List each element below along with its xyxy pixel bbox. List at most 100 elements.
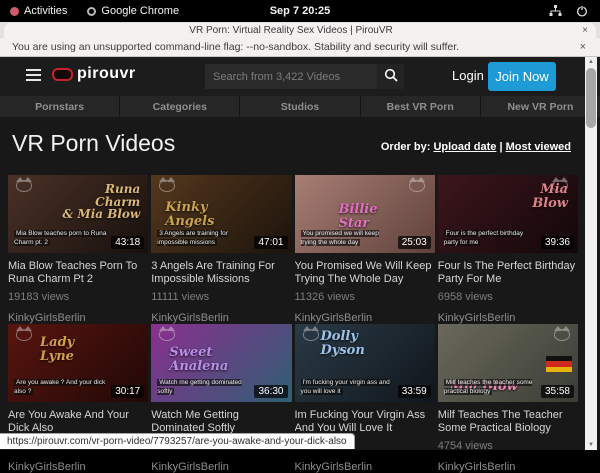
warning-close-icon[interactable]: × (566, 41, 600, 53)
video-title[interactable]: Mia Blow Teaches Porn To Runa Charm Pt 2 (8, 260, 148, 286)
video-card[interactable]: Dolly Dyson I'm fucking your virgin ass … (295, 324, 435, 473)
nav-item-pornstars[interactable]: Pornstars (0, 96, 120, 117)
tab-strip: VR Porn: Virtual Reality Sex Videos | Pi… (0, 22, 600, 38)
page-title: VR Porn Videos (12, 130, 175, 157)
activities-label: Activities (24, 5, 67, 17)
video-title[interactable]: Are You Awake And Your Dick Also (8, 409, 148, 435)
video-thumbnail[interactable]: Billie Star You promised we will keep tr… (295, 175, 435, 253)
site-logo[interactable]: pirouvr (52, 65, 136, 83)
warning-infobar: You are using an unsupported command-lin… (0, 38, 600, 57)
video-views: 11326 views (295, 291, 435, 303)
power-icon[interactable] (576, 5, 588, 17)
duration-badge: 39:36 (541, 236, 574, 249)
menu-hamburger-icon[interactable] (26, 69, 41, 82)
video-thumbnail[interactable]: Runa Charm & Mia Blow Mia Blow teaches p… (8, 175, 148, 253)
thumbnail-caption: Mia Blow teaches porn to Runa Charm pt. … (14, 229, 109, 249)
video-title[interactable]: Four Is The Perfect Birthday Party For M… (438, 260, 578, 286)
studio-link[interactable]: KinkyGirlsBerlin (295, 312, 435, 324)
video-card[interactable]: Lady Lyne Are you awake ? And your dick … (8, 324, 148, 473)
vertical-scrollbar[interactable]: ▲ ▼ (585, 57, 597, 450)
video-thumbnail[interactable]: Lady Lyne Are you awake ? And your dick … (8, 324, 148, 402)
order-upload-date-link[interactable]: Upload date (433, 141, 496, 153)
video-views: 6958 views (438, 291, 578, 303)
thumbnail-caption: I'm fucking your virgin ass and you will… (301, 378, 396, 398)
video-title[interactable]: Milf Teaches The Teacher Some Practical … (438, 409, 578, 435)
video-card[interactable]: Kinky Angels 3 Angels are training for i… (151, 175, 291, 324)
login-link[interactable]: Login (452, 68, 484, 83)
video-title[interactable]: You Promised We Will Keep Trying The Who… (295, 260, 435, 286)
studio-link[interactable]: KinkyGirlsBerlin (438, 312, 578, 324)
video-title[interactable]: 3 Angels Are Training For Impossible Mis… (151, 260, 291, 286)
video-title[interactable]: Watch Me Getting Dominated Softly (151, 409, 291, 435)
studio-link[interactable]: KinkyGirlsBerlin (295, 461, 435, 473)
tab-close-icon[interactable]: × (578, 25, 592, 36)
join-now-button[interactable]: Join Now (488, 62, 556, 91)
thumbnail-caption: Watch me getting dominated softly (157, 378, 252, 398)
duration-badge: 35:58 (541, 385, 574, 398)
studio-link[interactable]: KinkyGirlsBerlin (8, 312, 148, 324)
thumbnail-overlay-title: Dolly Dyson (321, 330, 365, 357)
german-flag-icon (546, 356, 572, 372)
studio-link[interactable]: KinkyGirlsBerlin (8, 461, 148, 473)
studio-link[interactable]: KinkyGirlsBerlin (438, 461, 578, 473)
nav-item-new-vr[interactable]: New VR Porn (481, 96, 600, 117)
video-views: 19183 views (8, 291, 148, 303)
search-button[interactable] (377, 64, 404, 89)
main-nav: Pornstars Categories Studios Best VR Por… (0, 96, 600, 117)
scrollbar-up-arrow-icon[interactable]: ▲ (585, 57, 597, 67)
site-header: pirouvr Login Join Now (0, 57, 600, 96)
thumbnail-caption: Are you awake ? And your dick also ? (14, 378, 109, 398)
video-card[interactable]: Mia Blow Four is the perfect birthday pa… (438, 175, 578, 324)
nav-item-studios[interactable]: Studios (240, 96, 360, 117)
network-icon[interactable] (549, 5, 562, 17)
distro-icon (10, 7, 19, 16)
video-views: 11111 views (151, 291, 291, 303)
video-views: 4754 views (438, 440, 578, 452)
app-indicator-label: Google Chrome (101, 5, 179, 17)
duration-badge: 47:01 (254, 236, 287, 249)
thumbnail-overlay-title: Lady Lyne (40, 336, 74, 363)
thumbnail-caption: Four is the perfect birthday party for m… (444, 229, 539, 249)
scrollbar-thumb[interactable] (586, 68, 596, 128)
cat-mask-watermark-icon (159, 329, 175, 341)
studio-link[interactable]: KinkyGirlsBerlin (151, 312, 291, 324)
chrome-icon (87, 7, 96, 16)
duration-badge: 30:17 (111, 385, 144, 398)
duration-badge: 25:03 (398, 236, 431, 249)
video-grid: Runa Charm & Mia Blow Mia Blow teaches p… (8, 175, 578, 473)
thumbnail-overlay-title: Kinky Angels (165, 201, 214, 228)
video-card[interactable]: Mia Blow Milf teaches the teacher some p… (438, 324, 578, 473)
vr-goggles-icon (52, 68, 73, 81)
video-thumbnail[interactable]: Dolly Dyson I'm fucking your virgin ass … (295, 324, 435, 402)
video-thumbnail[interactable]: Mia Blow Milf teaches the teacher some p… (438, 324, 578, 402)
order-most-viewed-link[interactable]: Most viewed (506, 141, 571, 153)
cat-mask-watermark-icon (554, 329, 570, 341)
studio-link[interactable]: KinkyGirlsBerlin (151, 461, 291, 473)
cat-mask-watermark-icon (159, 180, 175, 192)
nav-item-categories[interactable]: Categories (120, 96, 240, 117)
status-bubble: https://pirouvr.com/vr-porn-video/779325… (0, 433, 355, 449)
video-card[interactable]: Sweet Analena Watch me getting dominated… (151, 324, 291, 473)
browser-tab[interactable]: VR Porn: Virtual Reality Sex Videos | Pi… (4, 23, 596, 38)
video-card[interactable]: Billie Star You promised we will keep tr… (295, 175, 435, 324)
cat-mask-watermark-icon (409, 180, 425, 192)
app-indicator-chrome[interactable]: Google Chrome (77, 0, 189, 22)
video-thumbnail[interactable]: Sweet Analena Watch me getting dominated… (151, 324, 291, 402)
duration-badge: 43:18 (111, 236, 144, 249)
video-card[interactable]: Runa Charm & Mia Blow Mia Blow teaches p… (8, 175, 148, 324)
nav-item-best-vr[interactable]: Best VR Porn (361, 96, 481, 117)
thumbnail-caption: You promised we will keep trying the who… (301, 229, 396, 249)
search-input[interactable] (205, 64, 377, 89)
cat-mask-watermark-icon (303, 329, 319, 341)
thumbnail-caption: 3 Angels are training for impossible mis… (157, 229, 252, 249)
thumbnail-caption: Milf teaches the teacher some practical … (444, 378, 539, 398)
thumbnail-overlay-title: Mia Blow (532, 183, 568, 210)
video-thumbnail[interactable]: Kinky Angels 3 Angels are training for i… (151, 175, 291, 253)
tab-title: VR Porn: Virtual Reality Sex Videos | Pi… (4, 25, 578, 36)
scrollbar-down-arrow-icon[interactable]: ▼ (585, 440, 597, 450)
warning-text: You are using an unsupported command-lin… (0, 41, 566, 53)
video-thumbnail[interactable]: Mia Blow Four is the perfect birthday pa… (438, 175, 578, 253)
video-title[interactable]: Im Fucking Your Virgin Ass And You Will … (295, 409, 435, 435)
search-bar (205, 64, 404, 89)
activities-button[interactable]: Activities (0, 0, 77, 22)
